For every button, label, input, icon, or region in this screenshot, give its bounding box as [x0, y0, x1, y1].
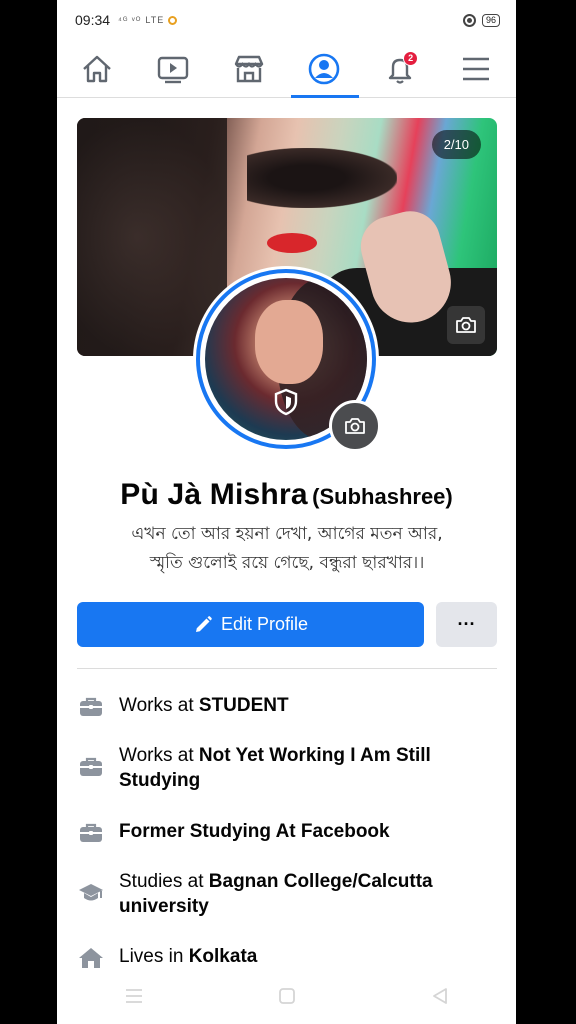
briefcase-icon	[80, 697, 102, 716]
home-button-icon[interactable]	[278, 987, 296, 1005]
top-navigation: 2	[57, 40, 516, 98]
detail-prefix: Works at	[119, 695, 199, 716]
profile-camera-button[interactable]	[329, 400, 381, 452]
detail-prefix: Studies at	[119, 871, 209, 892]
detail-work-1[interactable]: Works at STUDENT	[77, 693, 497, 719]
detail-value: Former Studying At Facebook	[119, 821, 390, 842]
home-icon	[83, 55, 111, 82]
marketplace-icon	[234, 55, 263, 82]
pencil-icon	[195, 615, 212, 632]
detail-work-3[interactable]: Former Studying At Facebook	[77, 819, 497, 845]
video-icon	[157, 56, 188, 83]
phone-screen: 09:34 ⁴ᴳ ᵛᴼ LTE 96 2 2/10 Pù Jà Mishra (…	[57, 0, 516, 1024]
photo-counter: 2/10	[431, 130, 481, 159]
detail-value: STUDENT	[198, 695, 289, 716]
battery-level: 96	[481, 13, 500, 27]
briefcase-icon	[80, 823, 102, 842]
nav-menu[interactable]	[454, 47, 498, 91]
graduation-cap-icon	[79, 884, 103, 901]
profile-bio: এখন তো আর হয়না দেখা, আগের মতন আর, স্মৃত…	[77, 520, 497, 578]
edit-profile-label: Edit Profile	[220, 614, 309, 634]
focus-mode-icon	[462, 13, 476, 27]
nav-watch[interactable]	[151, 47, 195, 91]
detail-location[interactable]: Lives in Kolkata	[77, 944, 497, 970]
alternate-name: (Subhashree)	[312, 484, 453, 509]
volte-label: LTE	[145, 15, 165, 25]
more-options-button[interactable]: ···	[436, 602, 497, 647]
back-icon[interactable]	[431, 987, 449, 1005]
section-divider	[77, 668, 497, 669]
system-navigation-bar	[57, 968, 516, 1024]
profile-name-row: Pù Jà Mishra (Subhashree)	[57, 478, 516, 512]
app-status-icon	[168, 15, 178, 25]
signal-icon: ⁴ᴳ ᵛᴼ	[118, 15, 142, 25]
camera-icon	[456, 317, 476, 333]
profile-name: Pù Jà Mishra	[120, 478, 308, 511]
bio-line: এখন তো আর হয়না দেখা, আগের মতন আর,	[131, 524, 443, 544]
briefcase-icon	[80, 757, 102, 776]
nav-notifications[interactable]: 2	[378, 47, 422, 91]
detail-prefix: Lives in	[119, 946, 189, 967]
notification-badge: 2	[403, 50, 419, 66]
home-icon	[79, 948, 103, 968]
status-time: 09:34	[75, 12, 111, 28]
profile-icon	[309, 53, 340, 84]
profile-guard-icon	[274, 388, 298, 416]
recent-apps-icon[interactable]	[124, 987, 144, 1005]
menu-icon	[462, 57, 489, 80]
active-tab-indicator	[291, 95, 359, 98]
nav-home[interactable]	[75, 47, 119, 91]
status-bar: 09:34 ⁴ᴳ ᵛᴼ LTE 96	[57, 0, 516, 40]
camera-icon	[345, 418, 365, 434]
nav-profile[interactable]	[302, 47, 346, 91]
detail-education[interactable]: Studies at Bagnan College/Calcutta unive…	[77, 869, 497, 919]
detail-value: Kolkata	[188, 946, 258, 967]
bio-line: স্মৃতি গুলোই রয়ে গেছে, বন্ধুরা ছারখার।।	[149, 553, 425, 573]
more-options-label: ···	[457, 614, 476, 634]
detail-work-2[interactable]: Works at Not Yet Working I Am Still Stud…	[77, 743, 497, 793]
detail-prefix: Works at	[119, 745, 199, 766]
edit-profile-button[interactable]: Edit Profile	[77, 602, 424, 647]
cover-camera-button[interactable]	[447, 306, 485, 344]
nav-marketplace[interactable]	[227, 47, 271, 91]
